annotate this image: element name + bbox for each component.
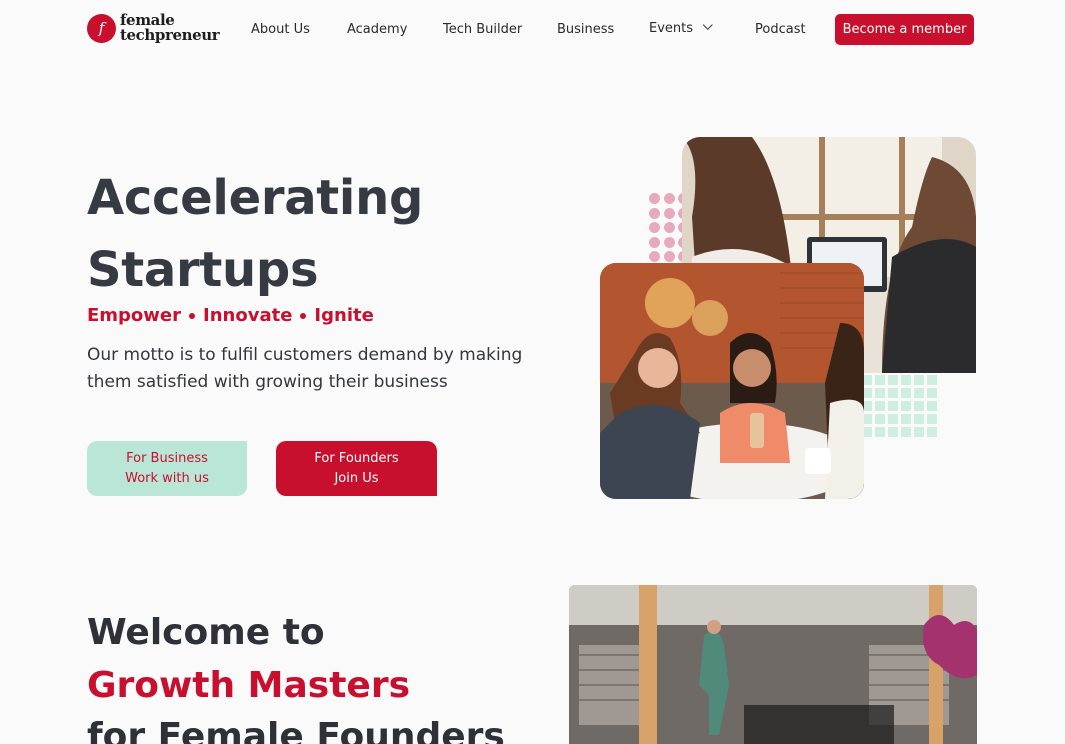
welcome-heading-line-1: Welcome to <box>87 612 325 653</box>
become-member-button[interactable]: Become a member <box>835 14 974 45</box>
welcome-heading-line-3: for Female Founders <box>87 716 505 744</box>
nav-podcast[interactable]: Podcast <box>755 22 806 37</box>
tagline-empower: Empower <box>87 305 182 326</box>
nav-events[interactable]: Events <box>649 20 713 36</box>
for-founders-button[interactable]: For Founders Join Us <box>276 441 437 496</box>
bullet-dot-icon <box>300 312 307 319</box>
chevron-down-icon <box>702 20 713 30</box>
female-techpreneur-logo-icon: f <box>87 13 116 43</box>
join-us-label: Join Us <box>334 470 379 486</box>
for-business-label: For Business <box>126 450 208 466</box>
mint-square-pattern <box>862 375 937 437</box>
nav-business[interactable]: Business <box>557 22 614 37</box>
hero-title: Accelerating Startups <box>87 162 423 306</box>
hero-title-line-2: Startups <box>87 242 319 298</box>
nav-academy[interactable]: Academy <box>347 22 407 37</box>
brand-line-2: techpreneur <box>120 26 220 44</box>
nav-about-us[interactable]: About Us <box>251 22 310 37</box>
bullet-dot-icon <box>189 312 196 319</box>
nav-events-label: Events <box>649 21 694 36</box>
welcome-heading-line-2: Growth Masters <box>87 665 411 706</box>
nav-tech-builder[interactable]: Tech Builder <box>443 22 522 37</box>
brand-logo[interactable]: f female techpreneur <box>87 13 220 44</box>
hero-title-line-1: Accelerating <box>87 170 424 226</box>
tagline-innovate: Innovate <box>203 305 293 326</box>
for-business-button[interactable]: For Business Work with us <box>87 441 247 496</box>
hero-photo-cafe <box>600 263 864 499</box>
hero-tagline: Empower Innovate Ignite <box>87 305 374 326</box>
for-founders-label: For Founders <box>314 450 399 466</box>
top-nav: f female techpreneur About Us Academy Te… <box>0 0 1065 60</box>
tagline-ignite: Ignite <box>314 305 374 326</box>
hero-motto: Our motto is to fulfil customers demand … <box>87 345 523 392</box>
brand-wordmark: female techpreneur <box>120 13 220 44</box>
welcome-video-thumbnail[interactable] <box>569 585 977 744</box>
work-with-us-label: Work with us <box>125 470 209 486</box>
